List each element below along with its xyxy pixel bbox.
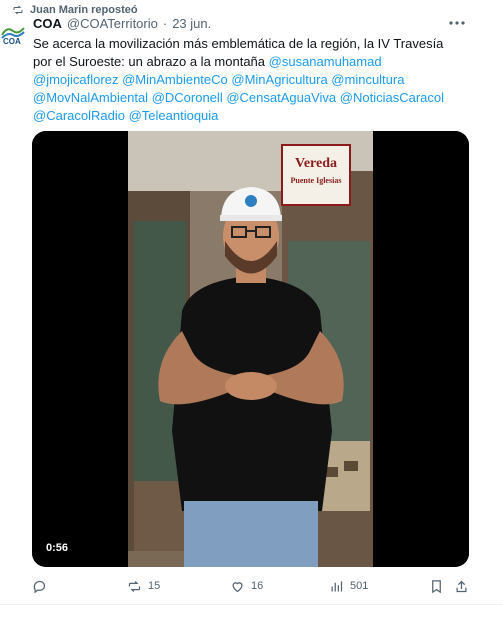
share-button[interactable]	[454, 579, 469, 594]
like-button[interactable]: 16	[230, 579, 263, 594]
tweet-text: Se acerca la movilización más emblemátic…	[33, 35, 463, 125]
reply-icon	[33, 580, 46, 593]
separator-dot: ·	[162, 15, 168, 31]
video-duration: 0:56	[46, 542, 69, 554]
mention-link[interactable]: @MinAgricultura	[231, 72, 327, 87]
share-icon	[456, 580, 467, 592]
sign-text-vereda: Vereda	[295, 156, 337, 171]
mention-link[interactable]: @MinAmbienteCo	[122, 72, 228, 87]
views-button[interactable]: 501	[329, 579, 368, 594]
mention-link[interactable]: @CaracolRadio	[33, 108, 125, 123]
mention-link[interactable]: @jmojicaflorez	[33, 72, 118, 87]
tweet-date[interactable]: 23 jun.	[172, 16, 211, 31]
mention-link[interactable]: @Teleantioquia	[129, 108, 219, 123]
mention-link[interactable]: @NoticiasCaracol	[340, 90, 444, 105]
bookmark-icon	[432, 579, 441, 593]
reply-button[interactable]	[32, 579, 47, 594]
video-frame: Vereda Puente Iglesias	[32, 131, 469, 567]
video-player[interactable]: Vereda Puente Iglesias 0:56	[32, 131, 469, 567]
tweet-header: COA @COATerritorio · 23 jun.	[33, 14, 473, 32]
tweet-divider	[0, 604, 503, 605]
avatar-text: COA	[3, 37, 21, 46]
mention-link[interactable]: @CensatAguaViva	[226, 90, 336, 105]
repost-button[interactable]: 15	[127, 579, 160, 594]
views-count: 501	[350, 580, 369, 592]
repost-count: 15	[148, 580, 161, 592]
sign-text-place: Puente Iglesias	[291, 176, 342, 185]
mention-link[interactable]: @susanamuhamad	[269, 54, 382, 69]
repost-icon	[128, 580, 141, 592]
bookmark-button[interactable]	[429, 579, 444, 594]
mention-link[interactable]: @MovNalAmbiental	[33, 90, 148, 105]
mention-link[interactable]: @mincultura	[331, 72, 404, 87]
heart-icon	[232, 581, 243, 592]
avatar[interactable]: COA	[0, 20, 26, 46]
more-icon	[449, 21, 465, 25]
author-name[interactable]: COA	[33, 16, 62, 31]
author-handle[interactable]: @COATerritorio	[67, 16, 158, 31]
repost-icon	[13, 5, 23, 15]
coa-logo-icon: COA	[1, 27, 25, 46]
mention-link[interactable]: @DCoronell	[152, 90, 223, 105]
like-count: 16	[251, 580, 264, 592]
action-bar: 15 16 501	[32, 575, 469, 597]
more-options-button[interactable]	[447, 14, 467, 32]
tweet-text-line2: el Suroeste: un abrazo a la montaña	[55, 54, 266, 69]
views-icon	[331, 581, 343, 591]
